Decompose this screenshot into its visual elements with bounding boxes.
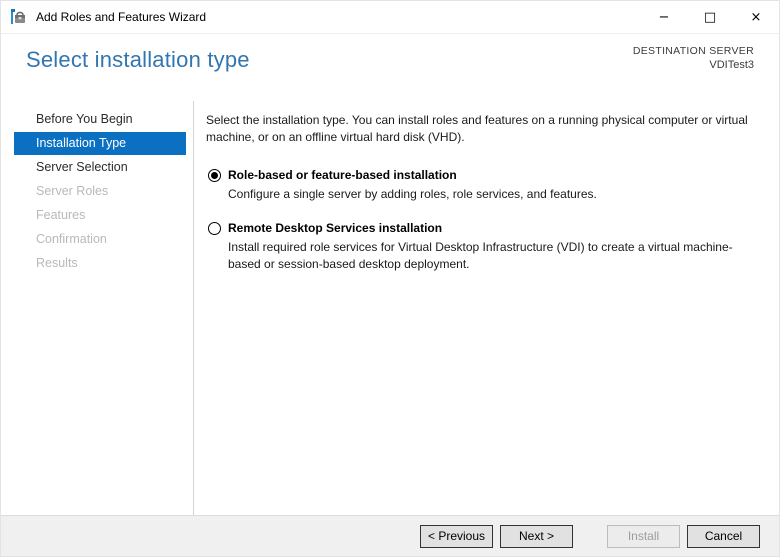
role-based-radio-row[interactable]: Role-based or feature-based installation [206,167,754,183]
sidebar-item-features: Features [14,204,186,227]
destination-server-name: VDITest3 [633,58,754,72]
role-based-radio[interactable] [208,169,221,182]
option-remote-desktop: Remote Desktop Services installation Ins… [206,220,754,273]
window-controls: − □ × [641,1,779,33]
role-based-label: Role-based or feature-based installation [228,167,457,183]
sidebar-item-before-you-begin[interactable]: Before You Begin [14,108,186,131]
sidebar-item-server-selection[interactable]: Server Selection [14,156,186,179]
option-role-based: Role-based or feature-based installation… [206,167,754,203]
install-button: Install [607,525,680,548]
remote-desktop-description: Install required role services for Virtu… [228,239,754,273]
installation-type-pane: Select the installation type. You can in… [194,101,779,515]
title-bar: Add Roles and Features Wizard − □ × [1,1,779,34]
roles-wizard-toolbox-icon [9,8,27,26]
destination-server-block: DESTINATION SERVER VDITest3 [633,44,754,72]
remote-desktop-label: Remote Desktop Services installation [228,220,442,236]
remote-desktop-radio-row[interactable]: Remote Desktop Services installation [206,220,754,236]
cancel-button[interactable]: Cancel [687,525,760,548]
minimize-button[interactable]: − [641,1,687,33]
next-button[interactable]: Next > [500,525,573,548]
sidebar-item-confirmation: Confirmation [14,228,186,251]
wizard-window: Add Roles and Features Wizard − □ × Sele… [0,0,780,557]
previous-button[interactable]: < Previous [420,525,493,548]
sidebar-item-server-roles: Server Roles [14,180,186,203]
maximize-button[interactable]: □ [687,1,733,33]
remote-desktop-radio[interactable] [208,222,221,235]
close-button[interactable]: × [733,1,779,33]
sidebar-item-results: Results [14,252,186,275]
role-based-description: Configure a single server by adding role… [228,186,754,203]
destination-server-label: DESTINATION SERVER [633,44,754,58]
wizard-body: Before You Begin Installation Type Serve… [1,101,779,515]
wizard-steps-sidebar: Before You Begin Installation Type Serve… [1,101,194,515]
window-title: Add Roles and Features Wizard [36,10,641,24]
wizard-footer: < Previous Next > Install Cancel [1,515,779,556]
sidebar-item-installation-type[interactable]: Installation Type [14,132,186,155]
wizard-header: Select installation type DESTINATION SER… [1,34,779,102]
page-title: Select installation type [26,47,250,73]
intro-text: Select the installation type. You can in… [206,112,754,146]
